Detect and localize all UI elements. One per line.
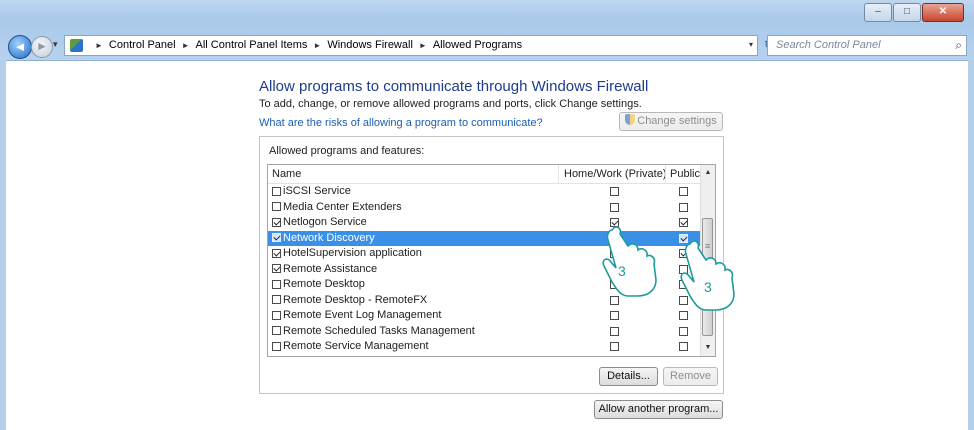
control-panel-window: – □ ✕ ◄ ► ▾ ► Control Panel ► All Control P… <box>0 0 974 430</box>
home-work-checkbox[interactable] <box>610 311 619 320</box>
program-name-cell: Media Center Extenders <box>272 201 402 213</box>
public-checkbox[interactable] <box>679 202 688 212</box>
page-subtitle: To add, change, or remove allowed progra… <box>259 98 642 110</box>
page-title: Allow programs to communicate through Wi… <box>259 78 649 95</box>
scroll-down-icon[interactable]: ▼ <box>701 340 715 356</box>
program-enabled-checkbox[interactable] <box>272 326 281 335</box>
home-work-checkbox[interactable] <box>610 342 619 351</box>
program-name: Remote Event Log Management <box>283 309 442 321</box>
breadcrumb-separator-icon[interactable]: ► <box>95 41 103 50</box>
program-name: iSCSI Service <box>283 185 351 197</box>
window-chrome: – □ ✕ ◄ ► ▾ ► Control Panel ► All Control P… <box>0 0 974 61</box>
breadcrumb-separator-icon[interactable]: ► <box>313 41 321 50</box>
program-name-cell: iSCSI Service <box>272 185 351 197</box>
program-row[interactable]: Remote Scheduled Tasks Management <box>268 324 703 340</box>
step-number-public: 3 <box>704 279 712 295</box>
program-name-cell: Netlogon Service <box>272 216 367 228</box>
breadcrumb-item[interactable]: Windows Firewall <box>327 39 413 51</box>
window-frame-right <box>968 60 974 430</box>
breadcrumb-item[interactable]: Control Panel <box>109 39 176 51</box>
program-name-cell: HotelSupervision application <box>272 247 422 259</box>
program-name-cell: Remote Desktop <box>272 278 365 290</box>
details-button[interactable]: Details... <box>599 367 658 386</box>
public-checkbox[interactable] <box>679 326 688 336</box>
minimize-button[interactable]: – <box>864 3 892 22</box>
breadcrumb-separator-icon[interactable]: ► <box>182 41 190 50</box>
program-enabled-checkbox[interactable] <box>272 202 281 211</box>
scroll-up-icon[interactable]: ▲ <box>701 165 715 181</box>
breadcrumb: ► Control Panel ► All Control Panel Items ► W… <box>89 39 522 51</box>
program-name-cell: Network Discovery <box>272 232 375 244</box>
program-name: Remote Desktop <box>283 278 365 290</box>
program-name: Remote Volume Management <box>283 356 429 357</box>
address-bar[interactable]: ► Control Panel ► All Control Panel Items ► W… <box>64 35 758 56</box>
program-name: Media Center Extenders <box>283 200 402 213</box>
back-button[interactable]: ◄ <box>8 35 32 59</box>
column-divider[interactable] <box>558 165 559 183</box>
pointing-hand-icon: 3 <box>602 226 657 297</box>
pointing-hand-icon: 3 <box>680 240 735 311</box>
program-enabled-checkbox[interactable] <box>272 310 281 320</box>
home-work-checkbox[interactable] <box>610 202 619 212</box>
public-checkbox[interactable] <box>679 187 688 196</box>
program-name-cell: Remote Volume Management <box>272 356 429 357</box>
public-checkbox[interactable] <box>679 342 688 351</box>
program-name-cell: Remote Event Log Management <box>272 309 441 321</box>
column-public[interactable]: Public <box>670 168 700 180</box>
group-title: Allowed programs and features: <box>269 145 425 157</box>
program-enabled-checkbox[interactable] <box>272 279 281 289</box>
breadcrumb-item[interactable]: All Control Panel Items <box>196 39 308 51</box>
program-enabled-checkbox[interactable] <box>272 264 281 273</box>
search-icon[interactable]: ⌕ <box>955 38 962 53</box>
program-name-cell: Remote Desktop - RemoteFX <box>272 294 427 306</box>
change-settings-button[interactable]: Change settings <box>619 112 723 131</box>
search-input[interactable]: Search Control Panel ⌕ <box>767 35 967 56</box>
risks-link[interactable]: What are the risks of allowing a program… <box>259 117 543 129</box>
program-name: Remote Service Management <box>283 340 429 352</box>
program-name: HotelSupervision application <box>283 247 422 259</box>
column-home-work[interactable]: Home/Work (Private) <box>564 168 666 180</box>
forward-button[interactable]: ► <box>31 36 53 58</box>
allow-another-program-button[interactable]: Allow another program... <box>594 400 723 419</box>
column-name[interactable]: Name <box>272 168 301 180</box>
program-enabled-checkbox[interactable] <box>272 248 281 258</box>
maximize-button[interactable]: □ <box>893 3 921 22</box>
program-row[interactable]: Remote Event Log Management <box>268 308 703 324</box>
program-name-cell: Remote Service Management <box>272 340 429 352</box>
address-dropdown-icon[interactable]: ▾ <box>749 40 753 49</box>
public-checkbox[interactable] <box>679 218 688 227</box>
control-panel-icon <box>70 39 83 52</box>
program-name: Remote Assistance <box>283 262 378 275</box>
program-enabled-checkbox[interactable] <box>272 186 281 196</box>
program-enabled-checkbox[interactable] <box>272 295 281 304</box>
change-settings-label: Change settings <box>637 115 717 127</box>
breadcrumb-item[interactable]: Allowed Programs <box>433 39 522 51</box>
breadcrumb-separator-icon[interactable]: ► <box>419 41 427 50</box>
close-button[interactable]: ✕ <box>922 3 964 22</box>
program-name: Remote Desktop - RemoteFX <box>283 293 428 306</box>
program-enabled-checkbox[interactable] <box>272 233 281 242</box>
program-name-cell: Remote Assistance <box>272 263 377 275</box>
column-divider[interactable] <box>665 165 666 183</box>
program-row[interactable]: Media Center Extenders <box>268 200 703 216</box>
program-name: Remote Scheduled Tasks Management <box>283 324 475 337</box>
main-content: Allow programs to communicate through Wi… <box>6 61 968 430</box>
program-name: Network Discovery <box>283 231 375 244</box>
program-row[interactable]: Remote Service Management <box>268 339 703 355</box>
window-controls: – □ ✕ <box>863 3 964 22</box>
program-name: Netlogon Service <box>283 216 367 228</box>
search-placeholder: Search Control Panel <box>776 39 881 51</box>
uac-shield-icon <box>625 114 636 125</box>
home-work-checkbox[interactable] <box>610 326 619 336</box>
program-name-cell: Remote Scheduled Tasks Management <box>272 325 475 337</box>
home-work-checkbox[interactable] <box>610 187 619 196</box>
program-row[interactable]: iSCSI Service <box>268 184 703 200</box>
program-enabled-checkbox[interactable] <box>272 217 281 227</box>
step-number-home: 3 <box>618 263 626 279</box>
program-row[interactable]: Remote Volume Management <box>268 355 703 357</box>
list-header: Name Home/Work (Private) Public <box>268 165 703 184</box>
remove-button[interactable]: Remove <box>663 367 718 386</box>
recent-pages-dropdown[interactable]: ▾ <box>53 39 58 50</box>
program-enabled-checkbox[interactable] <box>272 341 281 351</box>
